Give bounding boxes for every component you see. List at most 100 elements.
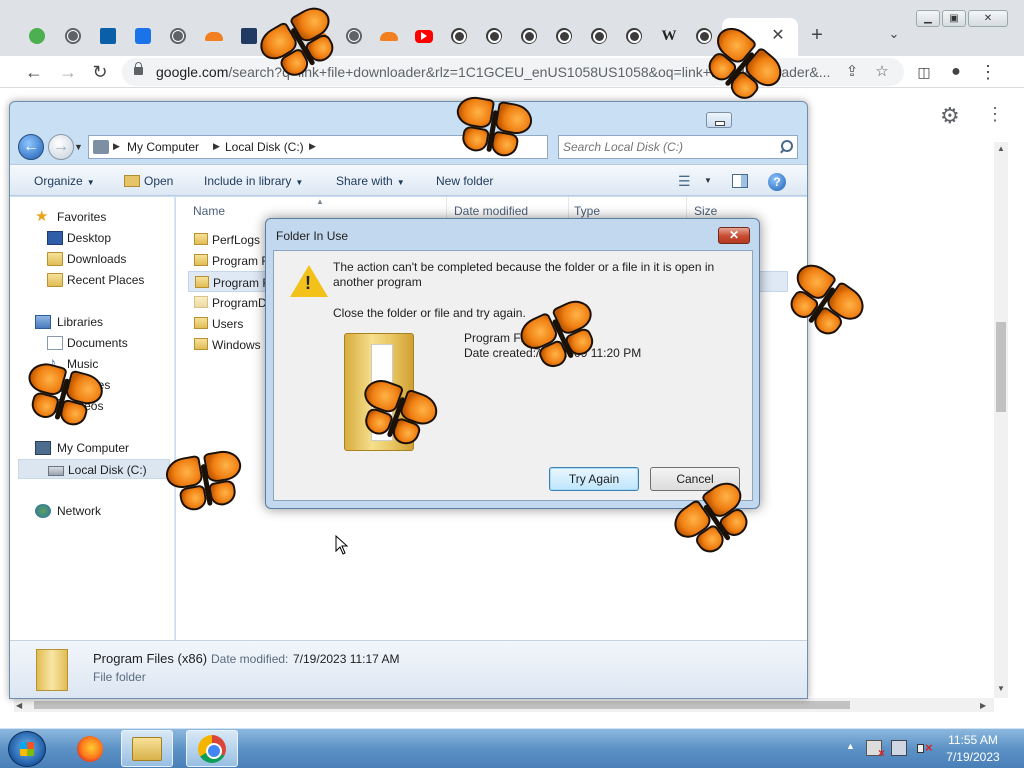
vertical-scrollbar[interactable]: ▲ ▼ [994, 142, 1008, 698]
column-header-date-modified[interactable]: Date modified [454, 204, 528, 218]
minimize-button[interactable]: ▁ [916, 10, 940, 27]
explorer-search-box[interactable] [558, 135, 798, 159]
network-status-icon[interactable] [891, 740, 907, 756]
action-center-flag-icon[interactable] [866, 740, 885, 760]
breadcrumb-arrow-icon[interactable]: ▶ [309, 141, 316, 152]
reload-icon[interactable]: ↻ [88, 60, 112, 84]
browser-tab[interactable] [479, 22, 509, 50]
tab-search-chevron-icon[interactable]: ⌄ [884, 26, 904, 46]
nav-my-computer[interactable]: My Computer [10, 438, 174, 458]
dialog-close-button[interactable]: ✕ [718, 227, 750, 244]
clock-date[interactable]: 7/19/2023 [930, 750, 1016, 764]
recent-places-icon [47, 273, 63, 287]
share-icon[interactable]: ⇪ [842, 62, 862, 82]
nav-libraries[interactable]: Libraries [10, 312, 174, 332]
share-with-button[interactable]: Share with ▼ [336, 174, 405, 188]
side-panel-icon[interactable]: ◫ [912, 60, 936, 84]
forward-icon[interactable]: → [56, 60, 80, 84]
change-view-icon[interactable] [678, 173, 698, 189]
nav-documents-label: Documents [67, 336, 128, 350]
butterfly-icon [161, 446, 251, 523]
browser-tab[interactable] [514, 22, 544, 50]
command-bar: Organize ▼ Open Include in library ▼ Share… [10, 164, 807, 196]
browser-tab[interactable] [444, 22, 474, 50]
explorer-forward-button[interactable]: → [48, 134, 74, 160]
clock-time[interactable]: 11:55 AM [930, 733, 1016, 747]
butterfly-wing [202, 447, 244, 484]
recent-pages-chevron-icon[interactable]: ▼ [74, 142, 83, 152]
browser-tab[interactable] [199, 22, 229, 50]
browser-tab[interactable] [22, 22, 52, 50]
taskbar-firefox[interactable] [64, 730, 116, 767]
folder-icon [36, 649, 68, 691]
nav-network[interactable]: Network [10, 501, 174, 521]
column-header-name[interactable]: Name [193, 204, 225, 218]
open-button[interactable]: Open [124, 174, 173, 188]
scroll-left-icon[interactable]: ◀ [16, 701, 22, 710]
breadcrumb-arrow-icon[interactable]: ▶ [113, 141, 120, 152]
new-tab-button[interactable]: + [806, 24, 828, 46]
column-header-size[interactable]: Size [694, 204, 717, 218]
preview-pane-icon[interactable] [732, 174, 748, 188]
breadcrumb-my-computer[interactable]: My Computer [127, 140, 199, 154]
new-folder-button[interactable]: New folder [436, 174, 493, 188]
star-icon: ★ [35, 208, 49, 225]
browser-tab[interactable] [549, 22, 579, 50]
details-type: File folder [93, 670, 146, 684]
browser-tab[interactable] [163, 22, 193, 50]
browser-tab[interactable] [619, 22, 649, 50]
profile-icon[interactable]: ● [944, 60, 968, 84]
scroll-down-icon[interactable]: ▼ [997, 684, 1005, 693]
breadcrumb-local-disk[interactable]: Local Disk (C:) [225, 140, 304, 154]
vertical-scroll-thumb[interactable] [996, 322, 1006, 412]
maximize-button[interactable]: ▣ [942, 10, 966, 27]
show-hidden-icons-icon[interactable]: ▲ [846, 741, 855, 751]
browser-tab[interactable]: W [654, 22, 684, 50]
bookmark-star-icon[interactable]: ☆ [872, 62, 892, 82]
nav-documents[interactable]: Documents [10, 333, 174, 353]
menu-icon[interactable]: ⋮ [976, 60, 1000, 84]
views-chevron-icon[interactable]: ▼ [704, 176, 712, 185]
browser-tab[interactable] [374, 22, 404, 50]
include-in-library-button[interactable]: Include in library ▼ [204, 174, 303, 188]
more-icon[interactable]: ⋮ [986, 104, 1004, 125]
organize-label: Organize [34, 174, 83, 188]
search-icon[interactable] [779, 140, 793, 154]
explorer-search-input[interactable] [563, 139, 773, 155]
scroll-up-icon[interactable]: ▲ [997, 144, 1005, 153]
nav-desktop[interactable]: Desktop [10, 228, 174, 248]
url-host: google.com [156, 64, 229, 80]
cloudflare-icon [205, 31, 223, 41]
close-window-button[interactable]: ✕ [968, 10, 1008, 27]
nav-local-disk[interactable]: Local Disk (C:) [18, 459, 170, 479]
close-tab-icon[interactable]: ✕ [768, 26, 788, 46]
organize-button[interactable]: Organize ▼ [34, 174, 95, 188]
lock-icon[interactable] [134, 62, 143, 75]
start-button[interactable] [8, 731, 46, 767]
taskbar-explorer[interactable] [121, 730, 173, 767]
back-icon[interactable]: ← [22, 60, 46, 84]
help-icon[interactable]: ? [768, 173, 786, 191]
horizontal-scroll-thumb[interactable] [34, 701, 850, 709]
scroll-right-icon[interactable]: ▶ [980, 701, 986, 710]
taskbar-chrome[interactable] [186, 730, 238, 767]
browser-tab[interactable] [93, 22, 123, 50]
nav-downloads[interactable]: Downloads [10, 249, 174, 269]
explorer-back-button[interactable]: ← [18, 134, 44, 160]
horizontal-scrollbar[interactable]: ◀ ▶ [14, 698, 994, 712]
browser-tab[interactable] [584, 22, 614, 50]
nav-favorites[interactable]: ★ Favorites [10, 207, 174, 227]
explorer-folder-icon [132, 736, 162, 761]
explorer-minimize-button[interactable] [706, 112, 732, 128]
folder-icon [195, 276, 209, 288]
column-header-type[interactable]: Type [574, 204, 600, 218]
github-icon [556, 28, 572, 44]
settings-gear-icon[interactable]: ⚙ [940, 103, 960, 129]
browser-tab[interactable] [128, 22, 158, 50]
browser-tab[interactable] [58, 22, 88, 50]
breadcrumb-arrow-icon[interactable]: ▶ [213, 141, 220, 152]
try-again-button[interactable]: Try Again [549, 467, 639, 491]
nav-recent-places-label: Recent Places [67, 273, 145, 287]
nav-recent-places[interactable]: Recent Places [10, 270, 174, 290]
browser-tab[interactable] [409, 22, 439, 50]
